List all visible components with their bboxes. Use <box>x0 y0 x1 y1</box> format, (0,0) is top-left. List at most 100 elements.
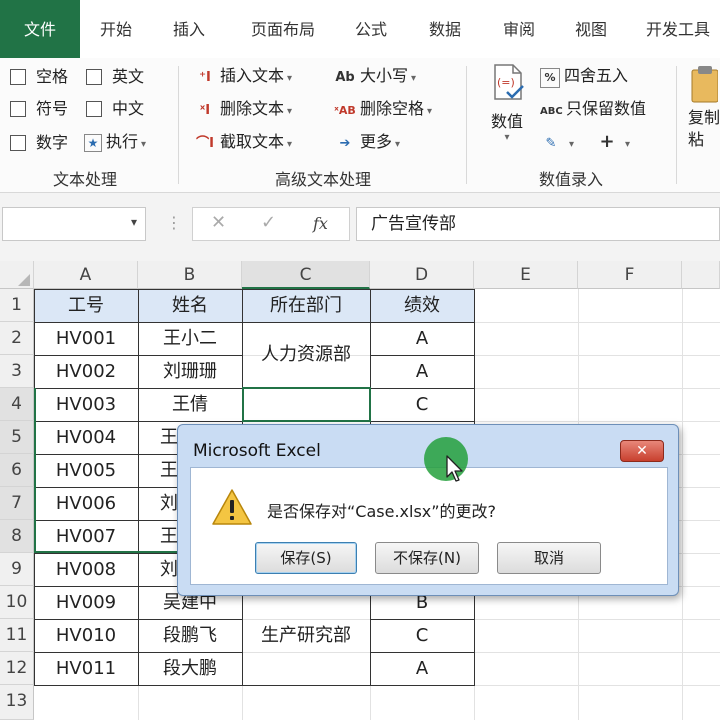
group-divider <box>676 66 677 184</box>
cut-text-button[interactable]: ⌒I 截取文本 ▾ <box>194 130 292 154</box>
case-button[interactable]: Ab 大小写 ▾ <box>334 64 416 88</box>
cell-id[interactable]: HV001 <box>34 322 138 355</box>
tab-data[interactable]: 数据 <box>412 0 478 58</box>
header-cell-department[interactable]: 所在部门 <box>242 289 370 322</box>
checkbox-symbol[interactable]: 符号 <box>10 98 80 120</box>
delete-text-button[interactable]: ˣI 删除文本 ▾ <box>194 97 292 121</box>
column-header-a[interactable]: A <box>34 261 138 289</box>
cut-text-icon: ⌒I <box>196 136 214 151</box>
cell-grade[interactable]: A <box>370 322 474 355</box>
column-header-g[interactable] <box>682 261 720 289</box>
row-header[interactable]: 1 <box>0 289 34 322</box>
tab-formulas[interactable]: 公式 <box>338 0 404 58</box>
cell-grade[interactable]: A <box>370 652 474 685</box>
checkbox-english[interactable]: 英文 <box>86 66 156 88</box>
header-cell-name[interactable]: 姓名 <box>138 289 242 322</box>
execute-button[interactable]: ★ 执行 ▾ <box>84 130 146 154</box>
row-header[interactable]: 6 <box>0 454 34 487</box>
active-cell-outline <box>242 387 371 422</box>
group-divider <box>178 66 179 184</box>
header-cell-grade[interactable]: 绩效 <box>370 289 474 322</box>
dont-save-button[interactable]: 不保存(N) <box>375 542 479 574</box>
insert-function-icon[interactable]: fx <box>313 214 328 233</box>
tab-file[interactable]: 文件 <box>0 0 80 58</box>
cancel-icon[interactable]: ✕ <box>211 212 226 233</box>
round-button[interactable]: % 四舍五入 <box>540 64 628 88</box>
name-box[interactable]: ▾ <box>2 207 146 241</box>
cell-id[interactable]: HV002 <box>34 355 138 388</box>
cell-name[interactable]: 刘珊珊 <box>138 355 242 388</box>
keep-value-button[interactable]: ABC 只保留数值 <box>540 97 646 121</box>
row-header[interactable]: 8 <box>0 520 34 553</box>
column-header-d[interactable]: D <box>370 261 474 289</box>
cancel-button[interactable]: 取消 <box>497 542 601 574</box>
delete-text-icon: ˣI <box>199 103 211 118</box>
ribbon: 空格 英文 符号 中文 数字 ★ 执行 ▾ 文本处理 ⁺I 插入文本 ▾ ˣI 删除文本 ▾… <box>0 58 720 193</box>
insert-text-button[interactable]: ⁺I 插入文本 ▾ <box>194 64 292 88</box>
row-header[interactable]: 11 <box>0 619 34 652</box>
dialog-title: Microsoft Excel <box>193 441 321 461</box>
row-header[interactable]: 7 <box>0 487 34 520</box>
select-all-corner[interactable] <box>0 261 34 289</box>
cell-id[interactable]: HV011 <box>34 652 138 685</box>
tab-review[interactable]: 审阅 <box>486 0 552 58</box>
column-header-f[interactable]: F <box>578 261 682 289</box>
row-header[interactable]: 9 <box>0 553 34 586</box>
cell-department-merged[interactable]: 人力资源部 <box>242 322 370 388</box>
cell-id[interactable]: HV004 <box>34 421 138 454</box>
checkbox-chinese[interactable]: 中文 <box>86 98 156 120</box>
tab-view[interactable]: 视图 <box>558 0 624 58</box>
abc-icon: ABC <box>540 106 563 117</box>
cell-department-merged[interactable]: 生产研究部 <box>242 586 370 685</box>
column-header-e[interactable]: E <box>474 261 578 289</box>
cell-id[interactable]: HV010 <box>34 619 138 652</box>
column-header-c[interactable]: C <box>242 261 370 289</box>
cell-name[interactable]: 王倩 <box>138 388 242 421</box>
cell-id[interactable]: HV003 <box>34 388 138 421</box>
dialog-message: 是否保存对“Case.xlsx”的更改? <box>267 502 497 521</box>
chevron-down-icon[interactable]: ▾ <box>131 215 137 229</box>
row-header[interactable]: 2 <box>0 322 34 355</box>
cell-id[interactable]: HV008 <box>34 553 138 586</box>
tab-home[interactable]: 开始 <box>84 0 148 58</box>
cell-id[interactable]: HV007 <box>34 520 138 553</box>
formula-input[interactable]: 广告宣传部 <box>356 207 720 241</box>
row-header[interactable]: 12 <box>0 652 34 685</box>
cell-id[interactable]: HV006 <box>34 487 138 520</box>
insert-text-icon: ⁺I <box>199 70 211 85</box>
row-header[interactable]: 3 <box>0 355 34 388</box>
more-button[interactable]: ➔ 更多 ▾ <box>334 130 401 154</box>
confirm-icon[interactable]: ✓ <box>261 212 276 233</box>
cell-id[interactable]: HV005 <box>34 454 138 487</box>
copy-paste-button[interactable]: 复制 粘 <box>688 64 720 150</box>
checkbox-number[interactable]: 数字 <box>10 132 80 154</box>
edit-button[interactable]: ✎ ▾ <box>540 130 574 154</box>
row-header[interactable]: 5 <box>0 421 34 454</box>
tab-insert[interactable]: 插入 <box>156 0 222 58</box>
group-label-value-entry: 数值录入 <box>538 170 603 189</box>
row-header[interactable]: 10 <box>0 586 34 619</box>
row-header[interactable]: 13 <box>0 685 34 720</box>
cell-grade[interactable]: A <box>370 355 474 388</box>
add-button[interactable]: + ▾ <box>596 130 630 154</box>
cell-name[interactable]: 王小二 <box>138 322 242 355</box>
header-cell-id[interactable]: 工号 <box>34 289 138 322</box>
ribbon-tab-bar: 文件 开始 插入 页面布局 公式 数据 审阅 视图 开发工具 <box>0 0 720 58</box>
column-header-b[interactable]: B <box>138 261 242 289</box>
formula-bar-splitter[interactable]: ⋮ <box>166 213 182 232</box>
row-header[interactable]: 4 <box>0 388 34 421</box>
cell-grade[interactable]: C <box>370 619 474 652</box>
value-button[interactable]: (=) 数值 ▾ <box>482 62 532 143</box>
save-button[interactable]: 保存(S) <box>255 542 357 574</box>
tab-page-layout[interactable]: 页面布局 <box>238 0 328 58</box>
star-icon: ★ <box>84 134 102 152</box>
cell-name[interactable]: 段大鹏 <box>138 652 242 685</box>
cell-grade[interactable]: C <box>370 388 474 421</box>
delete-space-button[interactable]: ˣAB 删除空格 ▾ <box>334 97 432 121</box>
tab-developer[interactable]: 开发工具 <box>636 0 720 58</box>
checkbox-space[interactable]: 空格 <box>10 66 80 88</box>
delete-space-icon: ˣAB <box>334 104 356 117</box>
cell-name[interactable]: 段鹏飞 <box>138 619 242 652</box>
cell-id[interactable]: HV009 <box>34 586 138 619</box>
close-icon[interactable]: ✕ <box>620 440 664 462</box>
